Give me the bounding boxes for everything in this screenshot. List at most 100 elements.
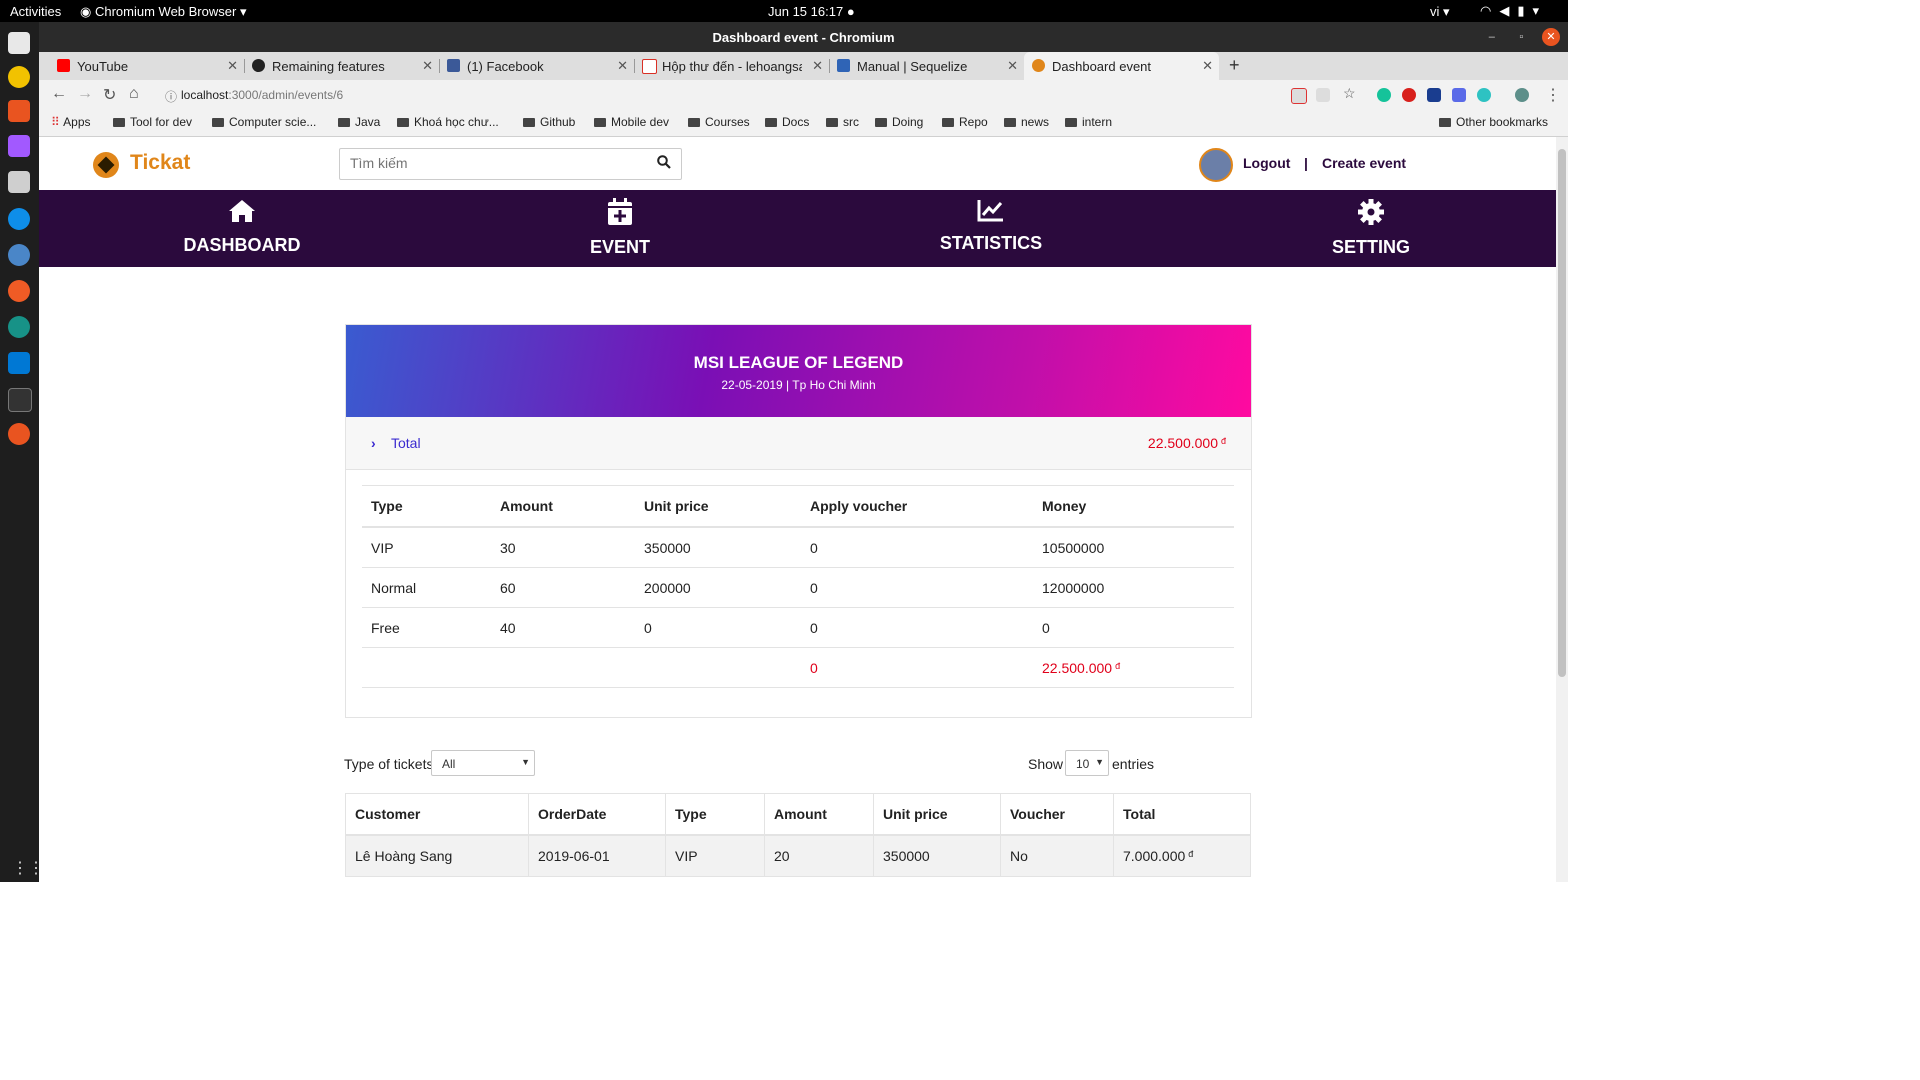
dictionary-icon[interactable] xyxy=(1452,88,1466,102)
app-menu[interactable]: ◉ Chromium Web Browser ▾ xyxy=(80,4,246,20)
files-icon[interactable] xyxy=(8,32,30,54)
bookmark-docs[interactable]: Docs xyxy=(765,115,809,129)
folder-icon xyxy=(1439,118,1451,127)
caret-down-icon: ▼ xyxy=(521,757,530,767)
vscode-icon[interactable] xyxy=(8,352,30,374)
bookmark-star-icon[interactable]: ☆ xyxy=(1343,85,1356,102)
chromium-icon[interactable] xyxy=(8,244,30,266)
tab-github[interactable]: Remaining features ✕ xyxy=(244,52,440,80)
bookmark-tool-for-dev[interactable]: Tool for dev xyxy=(113,115,192,129)
maximize-icon[interactable]: ▫ xyxy=(1512,28,1530,46)
tab-label: YouTube xyxy=(77,59,129,74)
tab-sequelize[interactable]: Manual | Sequelize ✕ xyxy=(829,52,1024,80)
window-titlebar[interactable]: Dashboard event - Chromium – ▫ ✕ xyxy=(39,22,1568,52)
bookmark-intern[interactable]: intern xyxy=(1065,115,1112,129)
tab-dashboard-event[interactable]: Dashboard event ✕ xyxy=(1024,52,1219,80)
column-header[interactable]: Amount xyxy=(764,793,874,836)
bookmark-courses[interactable]: Courses xyxy=(688,115,750,129)
teamviewer-icon[interactable] xyxy=(8,208,30,230)
close-tab-icon[interactable]: ✕ xyxy=(227,58,238,74)
clock[interactable]: Jun 15 16:17 ● xyxy=(768,4,855,19)
reload-icon[interactable]: ↻ xyxy=(103,85,116,105)
blocked-content-icon[interactable] xyxy=(1291,88,1307,104)
bookmark-apps[interactable]: ⠿ Apps xyxy=(51,115,91,129)
close-window-icon[interactable]: ✕ xyxy=(1542,28,1560,46)
folder-icon xyxy=(113,118,125,127)
bookmark-label: src xyxy=(843,115,859,129)
page-scrollbar[interactable] xyxy=(1556,137,1568,882)
software-center-icon[interactable] xyxy=(8,100,30,122)
close-tab-icon[interactable]: ✕ xyxy=(812,58,823,74)
translate-icon[interactable] xyxy=(1316,88,1330,102)
chevron-right-icon: › xyxy=(371,435,376,451)
home-icon[interactable]: ⌂ xyxy=(129,85,139,103)
bookmark-src[interactable]: src xyxy=(826,115,859,129)
adblock-icon[interactable] xyxy=(1402,88,1416,102)
column-header[interactable]: Total xyxy=(1113,793,1251,836)
bookmark-repo[interactable]: Repo xyxy=(942,115,988,129)
site-info-icon[interactable]: ⓘ xyxy=(165,88,177,105)
back-icon[interactable]: ← xyxy=(51,85,67,103)
system-tray[interactable]: ◠◀▮▾ xyxy=(1480,3,1547,19)
column-header: Unit price xyxy=(635,485,801,528)
tab-youtube[interactable]: YouTube ✕ xyxy=(49,52,245,80)
bookmark-khoa-hoc[interactable]: Khoá học chư... xyxy=(397,115,499,129)
bookmark-other[interactable]: Other bookmarks xyxy=(1439,115,1548,129)
profile-avatar-icon[interactable] xyxy=(1515,88,1529,102)
close-tab-icon[interactable]: ✕ xyxy=(617,58,628,74)
book-icon[interactable] xyxy=(8,171,30,193)
cell: 350000 xyxy=(635,527,801,568)
folder-icon xyxy=(1004,118,1016,127)
terminal-icon[interactable] xyxy=(8,388,32,412)
order-total: 7.000.000 xyxy=(1123,848,1186,864)
tab-facebook[interactable]: (1) Facebook ✕ xyxy=(439,52,635,80)
tab-gmail[interactable]: Hộp thư đến - lehoangsan ✕ xyxy=(634,52,830,80)
bookmark-computer-science[interactable]: Computer scie... xyxy=(212,115,316,129)
close-tab-icon[interactable]: ✕ xyxy=(1007,58,1018,74)
tickat-icon xyxy=(1032,59,1045,72)
grammarly-icon[interactable] xyxy=(1377,88,1391,102)
nav-statistics[interactable]: STATISTICS xyxy=(891,198,1091,254)
address-bar[interactable]: ⓘ localhost:3000/admin/events/6 xyxy=(159,83,1339,107)
extension-m-icon[interactable] xyxy=(1477,88,1491,102)
minimize-icon[interactable]: – xyxy=(1483,28,1501,46)
forward-icon[interactable]: → xyxy=(77,85,93,103)
search-input[interactable] xyxy=(348,154,642,172)
column-header[interactable]: OrderDate xyxy=(528,793,666,836)
bookmark-mobile-dev[interactable]: Mobile dev xyxy=(594,115,669,129)
tickat-logo-icon[interactable] xyxy=(93,152,119,178)
column-header[interactable]: Customer xyxy=(345,793,529,836)
ticket-type-select[interactable]: All ▼ xyxy=(431,750,535,776)
gitkraken-icon[interactable] xyxy=(8,316,30,338)
bookmark-doing[interactable]: Doing xyxy=(875,115,923,129)
rhythmbox-icon[interactable] xyxy=(8,66,30,88)
search-icon[interactable] xyxy=(657,155,671,174)
input-language[interactable]: vi ▾ xyxy=(1430,4,1450,20)
menu-dots-icon[interactable]: ⋮ xyxy=(1545,85,1561,105)
activities-button[interactable]: Activities xyxy=(10,4,61,19)
bookmark-news[interactable]: news xyxy=(1004,115,1049,129)
column-header[interactable]: Voucher xyxy=(1000,793,1114,836)
entries-select[interactable]: 10 ▼ xyxy=(1065,750,1109,776)
extension-j-icon[interactable] xyxy=(1427,88,1441,102)
color-app-icon[interactable] xyxy=(8,423,30,445)
figma-icon[interactable] xyxy=(8,135,30,157)
scrollbar-thumb[interactable] xyxy=(1558,149,1566,677)
brand-name[interactable]: Tickat xyxy=(130,151,190,175)
nav-event[interactable]: EVENT xyxy=(520,198,720,258)
create-event-link[interactable]: Create event xyxy=(1322,155,1406,171)
nav-setting[interactable]: SETTING xyxy=(1271,198,1471,258)
avatar[interactable] xyxy=(1199,148,1233,182)
bookmark-github[interactable]: Github xyxy=(523,115,575,129)
column-header[interactable]: Type xyxy=(665,793,765,836)
close-tab-icon[interactable]: ✕ xyxy=(1202,58,1213,74)
nav-dashboard[interactable]: DASHBOARD xyxy=(142,198,342,256)
new-tab-icon[interactable]: + xyxy=(1229,55,1240,76)
total-toggle[interactable]: › Total 22.500.000 đ xyxy=(346,417,1251,470)
postman-icon[interactable] xyxy=(8,280,30,302)
chart-line-icon xyxy=(977,200,1003,222)
column-header[interactable]: Unit price xyxy=(873,793,1001,836)
close-tab-icon[interactable]: ✕ xyxy=(422,58,433,74)
logout-link[interactable]: Logout xyxy=(1243,155,1290,171)
bookmark-java[interactable]: Java xyxy=(338,115,380,129)
